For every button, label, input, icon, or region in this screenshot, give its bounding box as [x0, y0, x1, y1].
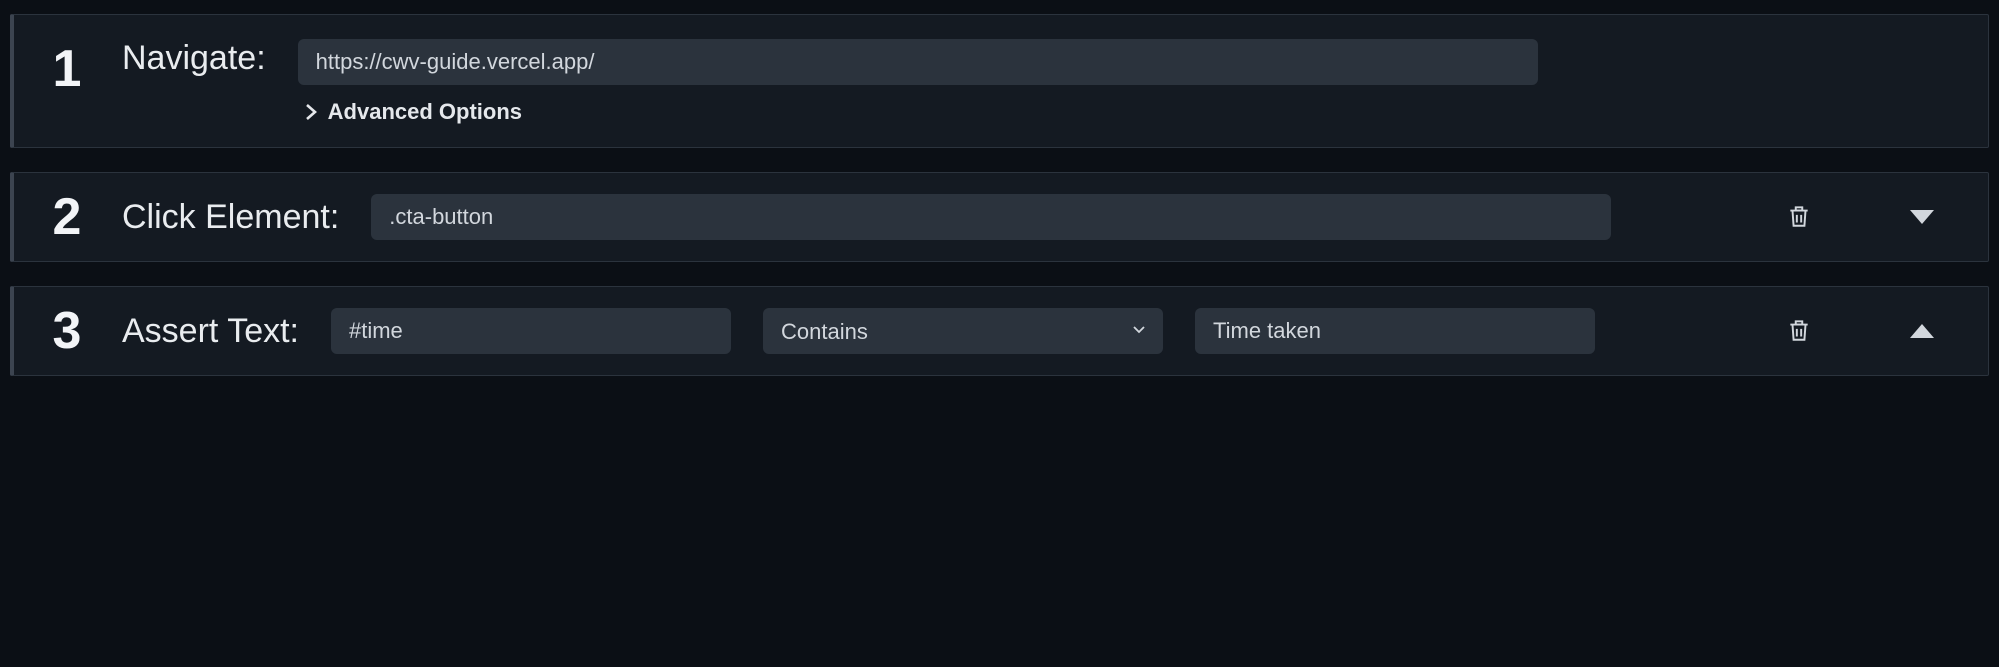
- step-label: Click Element:: [122, 198, 339, 237]
- assert-mode-select[interactable]: Contains: [763, 308, 1163, 354]
- chevron-right-icon: [304, 103, 318, 121]
- caret-up-icon: [1910, 324, 1934, 338]
- navigate-url-input[interactable]: [298, 39, 1538, 85]
- assert-selector-input[interactable]: [331, 308, 731, 354]
- trash-icon: [1786, 202, 1812, 233]
- advanced-options-toggle[interactable]: Advanced Options: [304, 99, 1958, 125]
- delete-step-button[interactable]: [1782, 198, 1816, 237]
- collapse-toggle-button[interactable]: [1906, 206, 1938, 228]
- collapse-toggle-button[interactable]: [1906, 320, 1938, 342]
- click-selector-input[interactable]: [371, 194, 1611, 240]
- step-number: 3: [44, 305, 90, 357]
- caret-down-icon: [1910, 210, 1934, 224]
- delete-step-button[interactable]: [1782, 312, 1816, 351]
- trash-icon: [1786, 316, 1812, 347]
- assert-mode-select-wrap: Contains: [763, 308, 1163, 354]
- step-card-navigate: 1 Navigate: Advanced Options: [10, 14, 1989, 148]
- assert-expected-input[interactable]: [1195, 308, 1595, 354]
- step-body: Advanced Options: [298, 39, 1958, 125]
- step-number: 1: [44, 43, 90, 95]
- step-label: Navigate:: [122, 39, 266, 78]
- step-actions: [1782, 312, 1958, 351]
- step-card-assert: 3 Assert Text: Contains: [10, 286, 1989, 376]
- step-label: Assert Text:: [122, 312, 299, 351]
- step-actions: [1782, 198, 1958, 237]
- step-number: 2: [44, 191, 90, 243]
- advanced-options-label: Advanced Options: [328, 99, 522, 125]
- step-card-click: 2 Click Element:: [10, 172, 1989, 262]
